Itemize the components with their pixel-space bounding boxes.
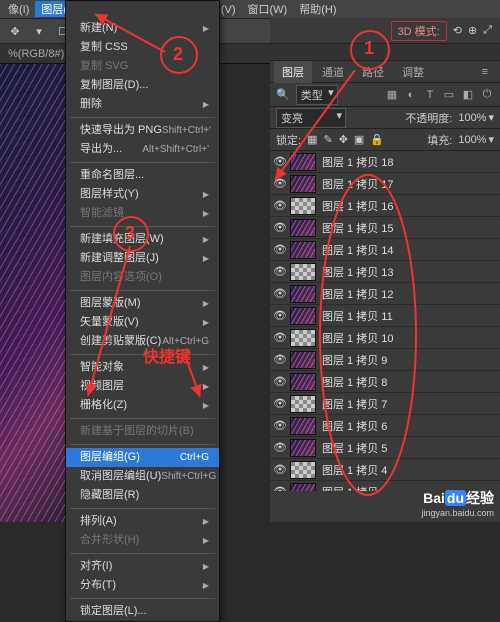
opacity-dropdown-icon[interactable]: ▾	[488, 111, 494, 124]
ctx-new-slice: 新建基于图层的切片(B)	[66, 422, 219, 441]
ctx-ungroup[interactable]: 取消图层编组(U)Shift+Ctrl+G	[66, 467, 219, 486]
move-tool-icon[interactable]: ✥	[6, 22, 24, 40]
ctx-lock-layers[interactable]: 锁定图层(L)...	[66, 602, 219, 621]
visibility-eye-icon[interactable]: 👁	[272, 441, 288, 454]
visibility-eye-icon[interactable]: 👁	[272, 353, 288, 366]
menu-image[interactable]: 像(I)	[2, 1, 35, 17]
visibility-eye-icon[interactable]: 👁	[272, 419, 288, 432]
fill-label: 填充:	[427, 132, 452, 148]
ctx-hide-layer[interactable]: 隐藏图层(R)	[66, 486, 219, 505]
orbit-icon[interactable]: ⟲	[453, 24, 462, 37]
zoom-icon[interactable]: ⤢	[483, 24, 492, 37]
watermark: Baidu经验 jingyan.baidu.com	[421, 488, 494, 518]
ctx-distribute[interactable]: 分布(T)	[66, 576, 219, 595]
visibility-eye-icon[interactable]: 👁	[272, 331, 288, 344]
visibility-eye-icon[interactable]: 👁	[272, 397, 288, 410]
ctx-combine-shapes: 合并形状(H)	[66, 531, 219, 550]
ctx-separator	[70, 598, 215, 599]
canvas-area	[0, 64, 65, 522]
dropdown-icon[interactable]: ▾	[30, 22, 48, 40]
annotation-number-1: 1	[364, 38, 374, 59]
visibility-eye-icon[interactable]: 👁	[272, 221, 288, 234]
visibility-eye-icon[interactable]: 👁	[272, 375, 288, 388]
tab-adjust[interactable]: 调整	[394, 61, 432, 83]
ctx-group-layers[interactable]: 图层编组(G)Ctrl+G	[66, 448, 219, 467]
annotation-number-2: 2	[173, 44, 183, 65]
ctx-separator	[70, 553, 215, 554]
ctx-rename[interactable]: 重命名图层...	[66, 166, 219, 185]
filter-smart-icon[interactable]: ◧	[461, 88, 475, 102]
visibility-eye-icon[interactable]: 👁	[272, 243, 288, 256]
fill-dropdown-icon[interactable]: ▾	[488, 133, 494, 146]
filter-adjust-icon[interactable]: ◐	[404, 88, 418, 102]
pan-icon[interactable]: ⊕	[468, 24, 477, 37]
opacity-label: 不透明度:	[405, 110, 452, 126]
filter-shape-icon[interactable]: ▭	[442, 88, 456, 102]
menu-help[interactable]: 帮助(H)	[293, 1, 342, 17]
ctx-separator	[70, 508, 215, 509]
ctx-layer-style[interactable]: 图层样式(Y)	[66, 185, 219, 204]
fill-value[interactable]: 100%	[458, 134, 486, 146]
visibility-eye-icon[interactable]: 👁	[272, 265, 288, 278]
annotation-number-3: 3	[125, 223, 135, 244]
filter-pixel-icon[interactable]: ▦	[385, 88, 399, 102]
annotation-shortcut-label: 快捷键	[143, 343, 191, 367]
ctx-delete[interactable]: 删除	[66, 95, 219, 114]
arrow-to-menu	[90, 10, 170, 70]
panel-menu-icon[interactable]: ≡	[474, 63, 496, 81]
visibility-eye-icon[interactable]: 👁	[272, 463, 288, 476]
filter-type-icon[interactable]: T	[423, 88, 437, 102]
ctx-separator	[70, 162, 215, 163]
menu-window[interactable]: 窗口(W)	[242, 1, 294, 17]
canvas-image[interactable]	[0, 64, 65, 522]
filter-toggle-icon[interactable]: ⏻	[480, 88, 494, 102]
opacity-value[interactable]: 100%	[458, 112, 486, 124]
visibility-eye-icon[interactable]: 👁	[272, 199, 288, 212]
ctx-align[interactable]: 对齐(I)	[66, 557, 219, 576]
ctx-copy-layer[interactable]: 复制图层(D)...	[66, 76, 219, 95]
visibility-eye-icon[interactable]: 👁	[272, 309, 288, 322]
visibility-eye-icon[interactable]: 👁	[272, 485, 288, 491]
annotation-ellipse-layers	[308, 170, 428, 500]
ctx-separator	[70, 117, 215, 118]
ctx-quick-export-png[interactable]: 快速导出为 PNGShift+Ctrl+'	[66, 121, 219, 140]
lock-all-icon[interactable]: 🔒	[370, 133, 384, 146]
arrow-from-1	[270, 70, 360, 190]
arrow-to-group	[80, 246, 150, 406]
mode3d-label[interactable]: 3D 模式:	[391, 21, 447, 41]
ctx-separator	[70, 444, 215, 445]
visibility-eye-icon[interactable]: 👁	[272, 287, 288, 300]
ctx-separator	[70, 418, 215, 419]
ctx-export-as[interactable]: 导出为...Alt+Shift+Ctrl+'	[66, 140, 219, 159]
